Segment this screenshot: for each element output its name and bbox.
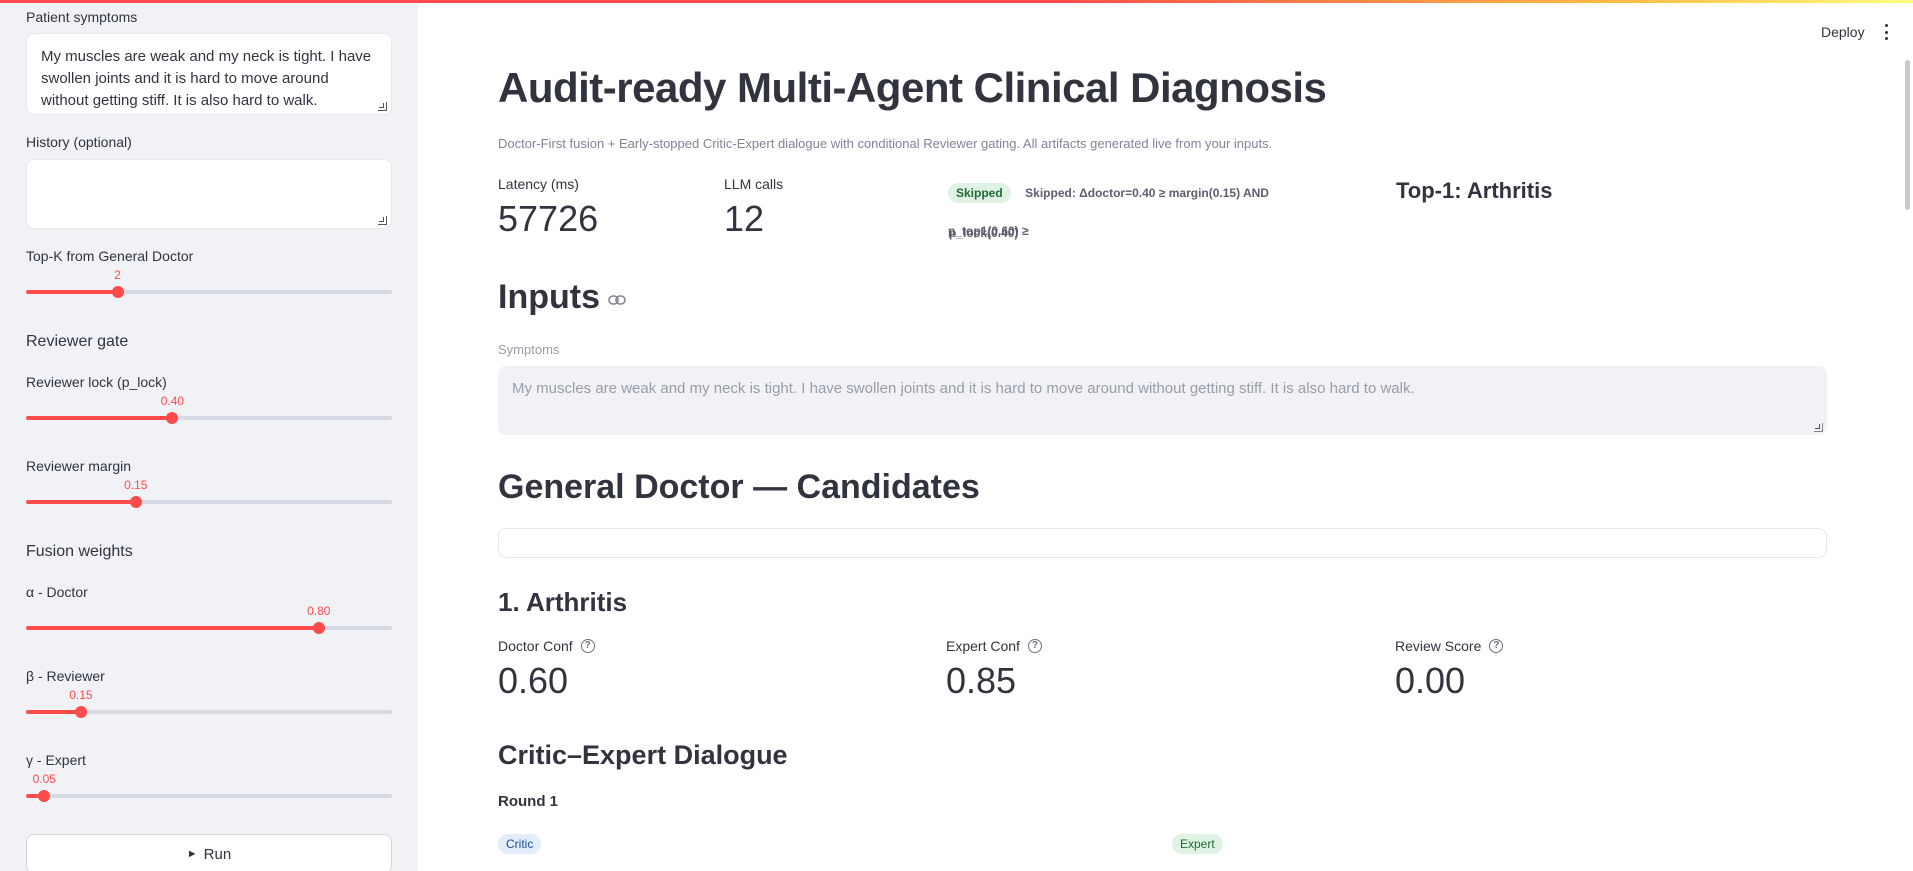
resize-handle-icon[interactable] <box>378 216 387 225</box>
slider-fill <box>26 626 319 630</box>
symptoms-readonly-textarea: My muscles are weak and my neck is tight… <box>498 366 1827 435</box>
help-icon[interactable]: ? <box>1489 639 1504 653</box>
deploy-button[interactable]: Deploy <box>1821 24 1865 40</box>
beta-slider[interactable]: 0.15 <box>26 684 392 724</box>
margin-label: Reviewer margin <box>26 458 132 474</box>
plock-slider[interactable]: 0.40 <box>26 390 392 430</box>
review-score-label: Review Score <box>1395 638 1482 654</box>
slider-value: 0.80 <box>307 604 331 618</box>
gamma-slider[interactable]: 0.05 <box>26 768 392 808</box>
skipped-reason-line2: p_lock(0.40) <box>949 226 1019 240</box>
llm-calls-label: LLM calls <box>724 176 784 192</box>
doctor-conf-label-row: Doctor Conf ? <box>498 638 595 654</box>
symptoms-readonly-text: My muscles are weak and my neck is tight… <box>512 380 1415 397</box>
slider-value: 0.05 <box>32 772 56 786</box>
slider-value: 0.15 <box>69 688 93 702</box>
expert-conf-label: Expert Conf <box>946 638 1020 654</box>
history-textarea[interactable] <box>26 159 392 229</box>
slider-fill <box>26 416 173 420</box>
latency-value: 57726 <box>498 198 599 239</box>
topk-label: Top-K from General Doctor <box>26 248 194 264</box>
resize-handle-icon[interactable] <box>378 102 387 111</box>
play-icon: ► <box>186 848 198 860</box>
fusion-weights-heading: Fusion weights <box>26 543 133 560</box>
sidebar: Patient symptoms My muscles are weak and… <box>0 0 418 871</box>
beta-label: β - Reviewer <box>26 668 105 684</box>
review-score-label-row: Review Score ? <box>1395 638 1504 654</box>
latency-label: Latency (ms) <box>498 176 579 192</box>
inputs-heading-text: Inputs <box>498 278 600 316</box>
round-label: Round 1 <box>498 793 558 810</box>
expert-conf-label-row: Expert Conf ? <box>946 638 1042 654</box>
top1-diagnosis: Top-1: Arthritis <box>1396 178 1553 203</box>
gamma-label: γ - Expert <box>26 752 86 768</box>
expert-badge: Expert <box>1172 834 1223 854</box>
llm-calls-value: 12 <box>724 198 765 239</box>
plock-label: Reviewer lock (p_lock) <box>26 374 167 390</box>
topk-slider[interactable]: 2 <box>26 264 392 304</box>
inputs-heading: Inputs <box>498 278 626 317</box>
slider-thumb[interactable] <box>129 496 142 508</box>
expert-conf-value: 0.85 <box>946 660 1017 701</box>
run-label: Run <box>203 845 232 863</box>
slider-thumb[interactable] <box>74 706 87 718</box>
kebab-menu-icon[interactable] <box>1885 24 1889 40</box>
symptoms-textarea[interactable]: My muscles are weak and my neck is tight… <box>26 33 392 115</box>
help-icon[interactable]: ? <box>1027 639 1042 653</box>
slider-thumb[interactable] <box>38 790 51 802</box>
help-icon[interactable]: ? <box>580 639 595 653</box>
slider-value: 0.15 <box>124 478 148 492</box>
page-subtitle: Doctor-First fusion + Early-stopped Crit… <box>498 136 1273 151</box>
dialogue-heading: Critic–Expert Dialogue <box>498 740 788 770</box>
candidates-heading: General Doctor — Candidates <box>498 468 980 506</box>
slider-thumb[interactable] <box>312 622 325 634</box>
slider-value: 2 <box>114 268 121 282</box>
alpha-label: α - Doctor <box>26 584 88 600</box>
candidates-empty-container <box>498 528 1827 558</box>
slider-thumb[interactable] <box>166 412 179 424</box>
history-label: History (optional) <box>26 134 132 150</box>
page-title: Audit-ready Multi-Agent Clinical Diagnos… <box>498 64 1327 111</box>
doctor-conf-label: Doctor Conf <box>498 638 573 654</box>
resize-handle-icon <box>1814 423 1823 432</box>
skipped-badge: Skipped <box>948 183 1011 203</box>
slider-fill <box>26 500 136 504</box>
margin-slider[interactable]: 0.15 <box>26 474 392 514</box>
candidate-title: 1. Arthritis <box>498 587 628 617</box>
symptoms-text: My muscles are weak and my neck is tight… <box>41 48 372 109</box>
doctor-conf-value: 0.60 <box>498 660 569 701</box>
slider-fill <box>26 290 118 294</box>
symptoms-label: Patient symptoms <box>26 9 138 25</box>
alpha-slider[interactable]: 0.80 <box>26 600 392 640</box>
reviewer-gate-heading: Reviewer gate <box>26 333 129 350</box>
run-button[interactable]: ► Run <box>26 834 392 871</box>
slider-track <box>26 794 392 798</box>
review-score-value: 0.00 <box>1395 660 1466 701</box>
symptoms-caption: Symptoms <box>498 342 560 357</box>
slider-value: 0.40 <box>160 394 185 408</box>
scrollbar[interactable] <box>1905 60 1910 210</box>
critic-badge: Critic <box>498 834 542 854</box>
link-icon[interactable] <box>608 293 626 311</box>
slider-thumb[interactable] <box>111 286 124 298</box>
slider-fill <box>26 710 81 714</box>
top-decoration-bar <box>0 0 1913 3</box>
